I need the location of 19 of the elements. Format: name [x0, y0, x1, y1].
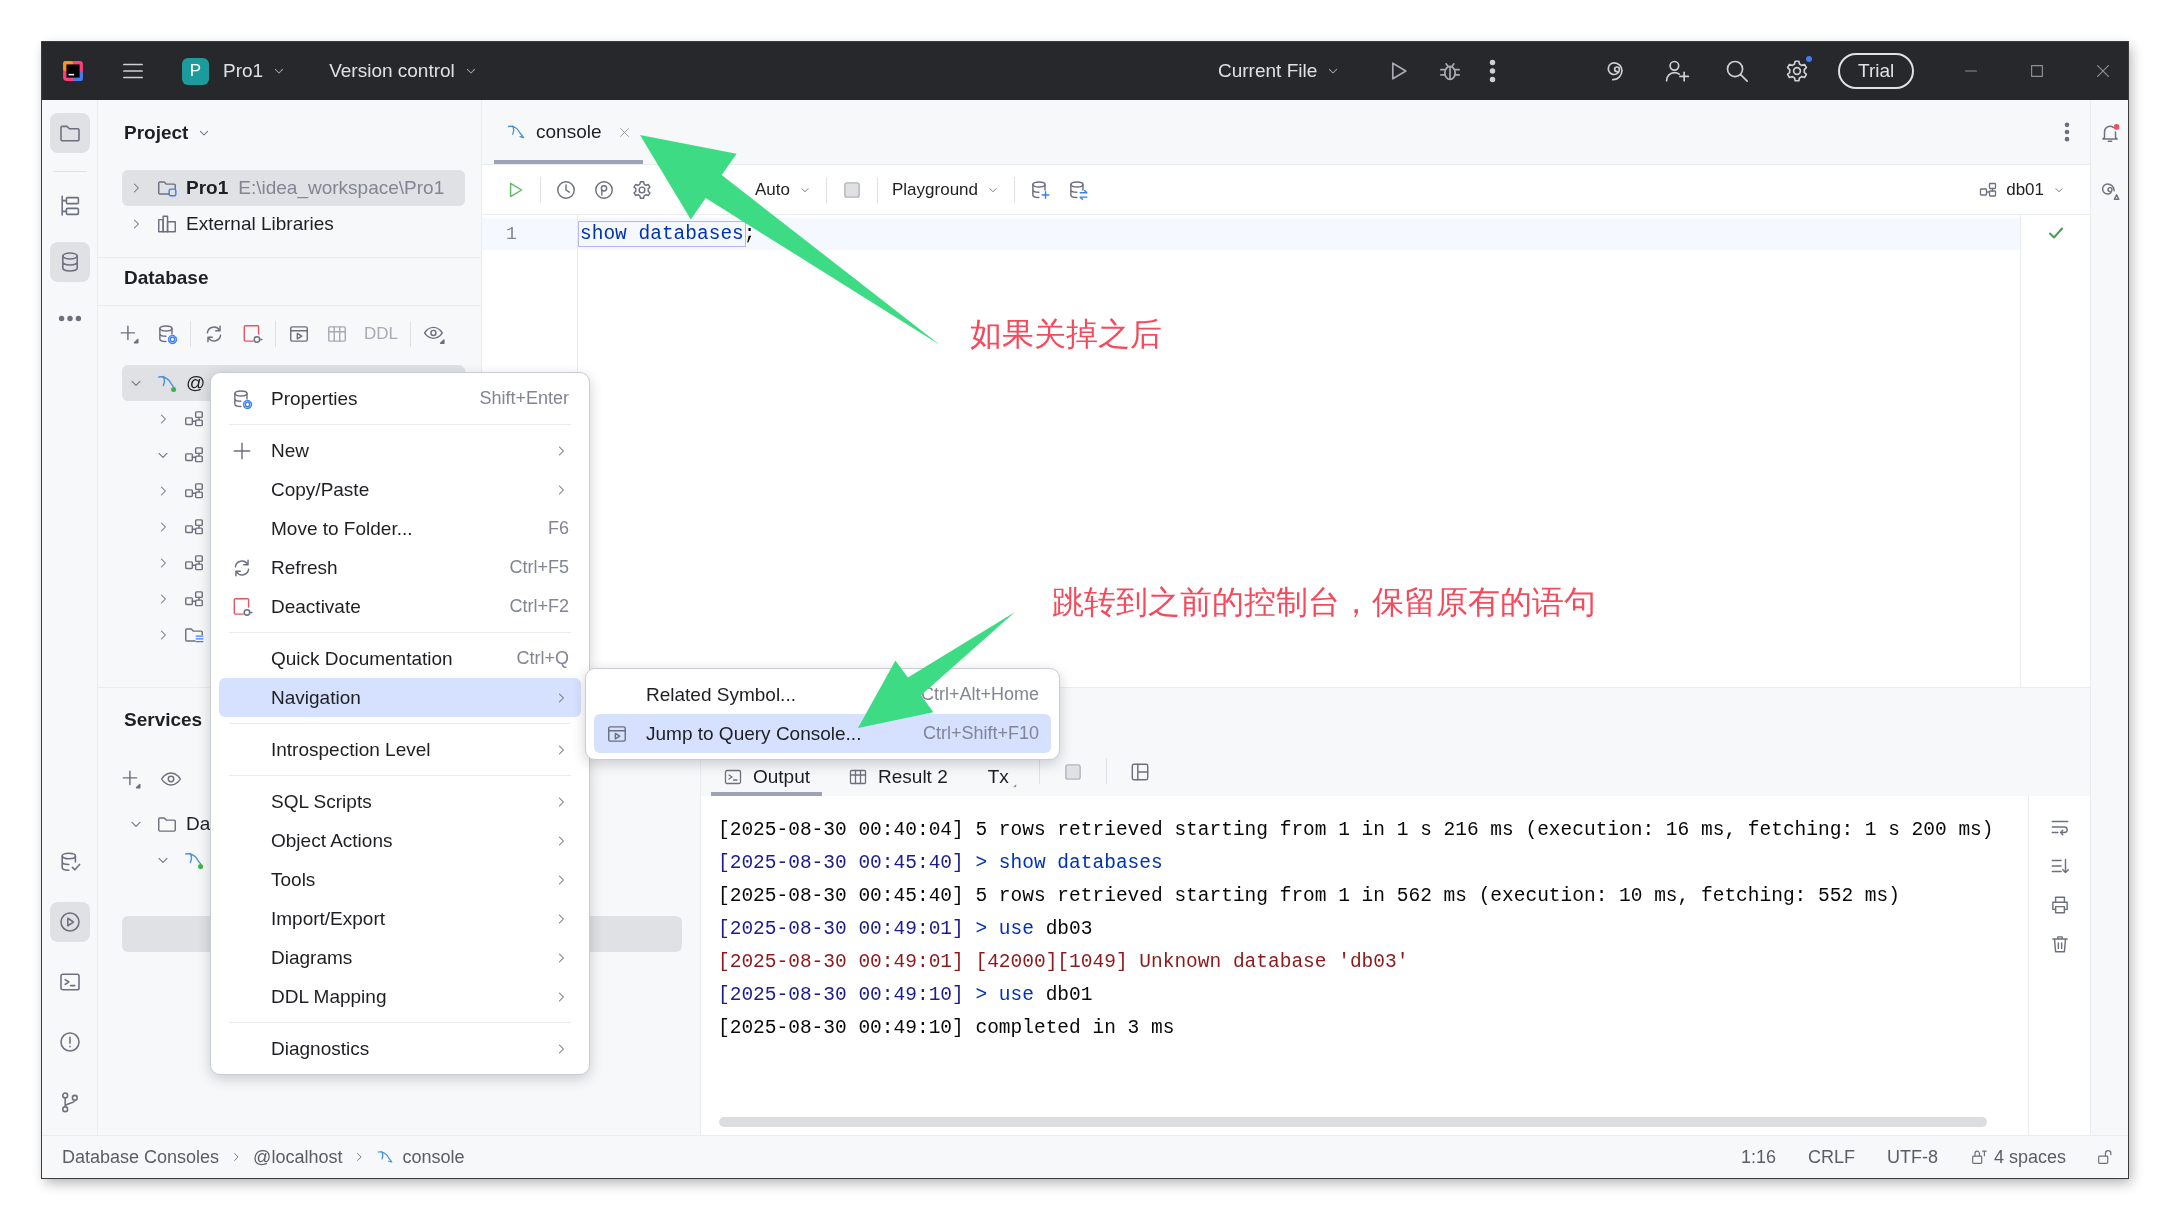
tree-label: @ [186, 372, 206, 394]
log-line: [2025-08-30 00:49:01] > use db03 [718, 917, 1094, 942]
tree-label: Pro1 [186, 177, 229, 199]
log-line: [2025-08-30 00:49:01] [42000][1049] Unknown database 'db03' [718, 950, 1410, 975]
log-line: [2025-08-30 00:49:10] > use db01 [718, 983, 1094, 1008]
code-line: show databases; [580, 223, 756, 245]
path-label: E:\idea_workspace\Pro1 [238, 177, 445, 199]
log-line: [2025-08-30 00:45:40] > show databases [718, 851, 1164, 876]
project-badge: P [182, 57, 209, 85]
log-line: [2025-08-30 00:49:10] completed in 3 ms [718, 1016, 1176, 1041]
log-line: [2025-08-30 00:45:40] 5 rows retrieved starting from 1 in 562 ms (execution: 10 ms, fetching: 552 ms) [718, 884, 1901, 909]
panel-title: Database [124, 266, 209, 289]
tree-label: External Libraries [186, 213, 334, 235]
panel-title: Services [124, 709, 203, 731]
tree-label: Da [186, 813, 211, 835]
log-line: [2025-08-30 00:40:04] 5 rows retrieved starting from 1 in 1 s 216 ms (execution: 16 ms, fetching: 1 s 200 ms) [718, 818, 1995, 843]
annotation-text: 如果关掉之后 [970, 314, 1162, 355]
annotation-text: 跳转到之前的控制台，保留原有的语句 [1052, 582, 1596, 623]
line-number: 1 [482, 218, 577, 250]
